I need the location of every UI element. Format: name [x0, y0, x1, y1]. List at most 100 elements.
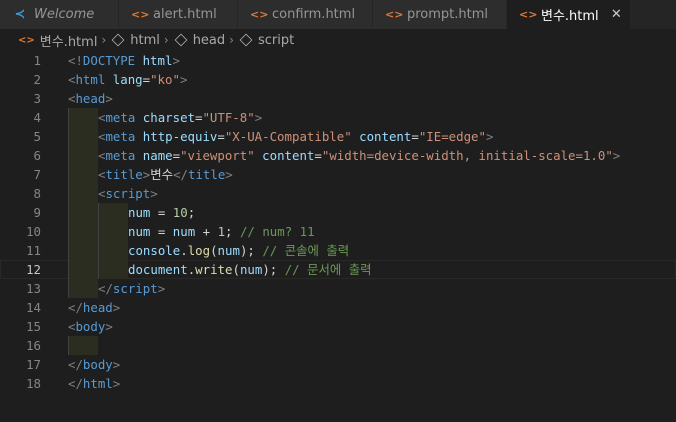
code-token: ; — [187, 205, 196, 220]
indent-guide — [98, 203, 128, 222]
code-token: title — [105, 167, 143, 182]
code-line[interactable]: 16 — [0, 336, 676, 355]
code-token: charset — [135, 110, 195, 125]
code-token: 10 — [172, 205, 188, 220]
code-line[interactable]: 2 <html lang="ko"> — [0, 70, 676, 89]
breadcrumb-head[interactable]: head — [173, 33, 225, 48]
code-line[interactable]: 13 </script> — [0, 279, 676, 298]
code-line[interactable]: 3 <head> — [0, 89, 676, 108]
line-number: 1 — [33, 53, 41, 68]
code-line[interactable]: 9 num = 10; — [0, 203, 676, 222]
code-token: > — [105, 319, 113, 334]
code-token: write — [195, 262, 233, 277]
code-token: script — [105, 186, 151, 201]
code-token: "width=device-width, initial-scale=1.0" — [321, 148, 613, 163]
code-token: num — [128, 224, 151, 239]
code-text: <meta name="viewport" content="width=dev… — [68, 146, 620, 165]
code-token: </ — [98, 281, 113, 296]
code-token: 변수 — [150, 167, 174, 182]
code-text: </head> — [68, 298, 120, 317]
html-file-icon: <> — [385, 8, 404, 21]
code-token: </ — [68, 376, 83, 391]
code-token: meta — [105, 148, 136, 163]
symbol-element-icon — [239, 33, 253, 47]
code-token: ); — [262, 262, 285, 277]
line-number: 12 — [26, 262, 41, 277]
tab-label: prompt.html — [407, 7, 489, 22]
close-icon[interactable]: ✕ — [611, 7, 622, 22]
line-number: 13 — [26, 281, 41, 296]
indent-guide — [68, 165, 98, 184]
tab-label: confirm.html — [272, 7, 356, 22]
indent-guide — [68, 279, 98, 298]
code-line[interactable]: 14 </head> — [0, 298, 676, 317]
code-text: <body> — [68, 317, 113, 336]
code-line[interactable]: 11 console.log(num); // 콘솔에 출력 — [0, 241, 676, 260]
line-number: 17 — [26, 357, 41, 372]
code-line[interactable]: 5 <meta http-equiv="X-UA-Compatible" cont… — [0, 127, 676, 146]
code-token: > — [112, 300, 121, 315]
html-file-icon: <> — [18, 34, 35, 46]
code-token: = — [411, 129, 419, 144]
line-number: 4 — [33, 110, 41, 125]
code-token: body — [75, 319, 106, 334]
indent-guide — [98, 260, 128, 279]
code-token: // num? 11 — [239, 224, 315, 239]
code-token: "X-UA-Compatible" — [224, 129, 352, 144]
code-token: = — [314, 148, 322, 163]
code-line[interactable]: 4 <meta charset="UTF-8"> — [0, 108, 676, 127]
tab-prompt-html[interactable]: <> prompt.html — [373, 0, 507, 29]
code-token: "viewport" — [180, 148, 255, 163]
code-token: ); — [239, 243, 263, 258]
code-line[interactable]: 6 <meta name="viewport" content="width=de… — [0, 146, 676, 165]
code-token: = — [150, 224, 173, 239]
tab-alert-html[interactable]: <> alert.html — [119, 0, 238, 29]
code-line[interactable]: 8 <script> — [0, 184, 676, 203]
line-number: 15 — [26, 319, 41, 334]
tab-byeonsu-html[interactable]: <> 변수.html ✕ — [507, 0, 631, 29]
code-token: = — [172, 148, 181, 163]
code-line[interactable]: 7 <title>변수</title> — [0, 165, 676, 184]
code-token: = — [142, 72, 151, 87]
code-token: html — [75, 72, 106, 87]
code-token: lang — [105, 72, 143, 87]
tab-welcome[interactable]: ≺ Welcome — [0, 0, 119, 29]
code-token: content — [254, 148, 315, 163]
code-token: + — [195, 224, 218, 239]
code-text: </script> — [68, 279, 165, 298]
breadcrumb-html[interactable]: html — [110, 33, 160, 48]
code-token: > — [112, 376, 121, 391]
code-line[interactable]: 15 <body> — [0, 317, 676, 336]
code-token: > — [225, 167, 233, 182]
line-number: 14 — [26, 300, 41, 315]
code-text: </body> — [68, 355, 120, 374]
vscode-icon: ≺ — [14, 7, 26, 22]
code-line[interactable]: 18 </html> — [0, 374, 676, 393]
line-number: 7 — [33, 167, 41, 182]
code-token: </ — [68, 357, 83, 372]
breadcrumb-script[interactable]: script — [238, 33, 294, 48]
breadcrumb-file[interactable]: <> 변수.html — [18, 31, 97, 50]
code-token: </ — [68, 300, 83, 315]
code-line[interactable]: 1 <!DOCTYPE html> — [0, 51, 676, 70]
code-line[interactable]: 10 num = num + 1; // num? 11 — [0, 222, 676, 241]
indent-guide — [68, 260, 98, 279]
code-text: <meta http-equiv="X-UA-Compatible" conte… — [68, 127, 493, 146]
code-token: head — [75, 91, 106, 106]
code-text: </html> — [68, 374, 120, 393]
code-token: 1 — [217, 224, 226, 239]
code-text: <script> — [68, 184, 158, 203]
code-token: </ — [173, 167, 188, 182]
code-token: "UTF-8" — [202, 110, 255, 125]
line-number: 16 — [26, 338, 41, 353]
code-token: > — [112, 357, 121, 372]
code-text: <head> — [68, 89, 113, 108]
indent-guide — [68, 108, 98, 127]
code-line[interactable]: 17 </body> — [0, 355, 676, 374]
tab-confirm-html[interactable]: <> confirm.html — [238, 0, 373, 29]
code-token: content — [351, 129, 412, 144]
code-line[interactable]: 12 document.write(num); // 문서에 출력 — [0, 260, 676, 279]
code-editor[interactable]: 1 <!DOCTYPE html> 2 <html lang="ko"> 3 <head>… — [0, 51, 676, 422]
indent-guide — [68, 184, 98, 203]
code-text: console.log(num); // 콘솔에 출력 — [68, 241, 349, 260]
